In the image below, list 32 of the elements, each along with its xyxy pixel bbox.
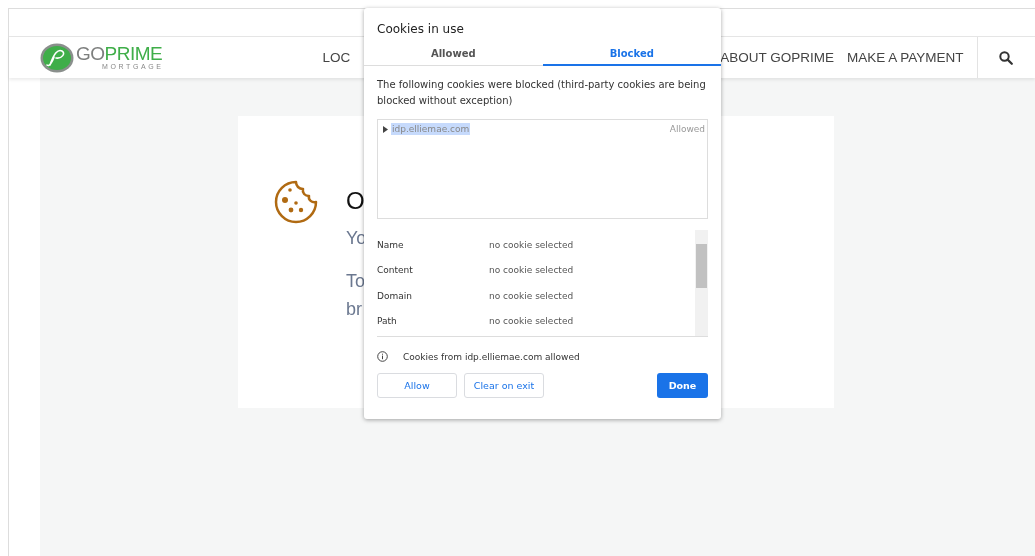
nav-link[interactable]: ABOUT GOPRIME (720, 50, 835, 65)
tab[interactable]: Blocked (542, 44, 721, 66)
field-value: no cookie selected (489, 239, 574, 250)
expand-icon[interactable] (383, 125, 388, 133)
page-text: To (346, 270, 366, 293)
field-value: no cookie selected (489, 265, 574, 276)
scrollbar[interactable] (695, 230, 708, 336)
clear-button[interactable]: Clear on exit (464, 373, 544, 398)
field-label: Content (377, 265, 414, 276)
logo-icon (40, 42, 74, 73)
field-label: Path (377, 316, 398, 327)
field-label: Domain (377, 290, 413, 301)
logo-text-prime: PRIME (104, 42, 163, 64)
tab[interactable]: Allowed (364, 44, 543, 66)
page-text: br (346, 298, 363, 321)
dialog-title: Cookies in use (376, 21, 465, 38)
nav-link[interactable]: MAKE A PAYMENT (847, 50, 964, 65)
cookie-status: Allowed (669, 124, 705, 134)
logo-text-go: GO (76, 42, 105, 64)
done-button[interactable]: Done (657, 373, 708, 398)
cookie-icon (274, 180, 318, 224)
field-value: no cookie selected (489, 316, 574, 327)
info-text: Cookies from idp.elliemae.com allowed (403, 351, 580, 362)
nav-link[interactable]: LOC (322, 50, 351, 65)
field-value: no cookie selected (489, 290, 574, 301)
field-label: Name (377, 239, 405, 250)
search-icon[interactable] (999, 50, 1014, 65)
page-heading: O (346, 187, 366, 215)
info-icon (377, 351, 388, 362)
dialog-message: The following cookies were blocked (third-party cookies are being blocked without exception) (376, 78, 707, 108)
cookie-domain[interactable]: idp.elliemae.com (391, 123, 471, 135)
allow-button[interactable]: Allow (377, 373, 457, 398)
